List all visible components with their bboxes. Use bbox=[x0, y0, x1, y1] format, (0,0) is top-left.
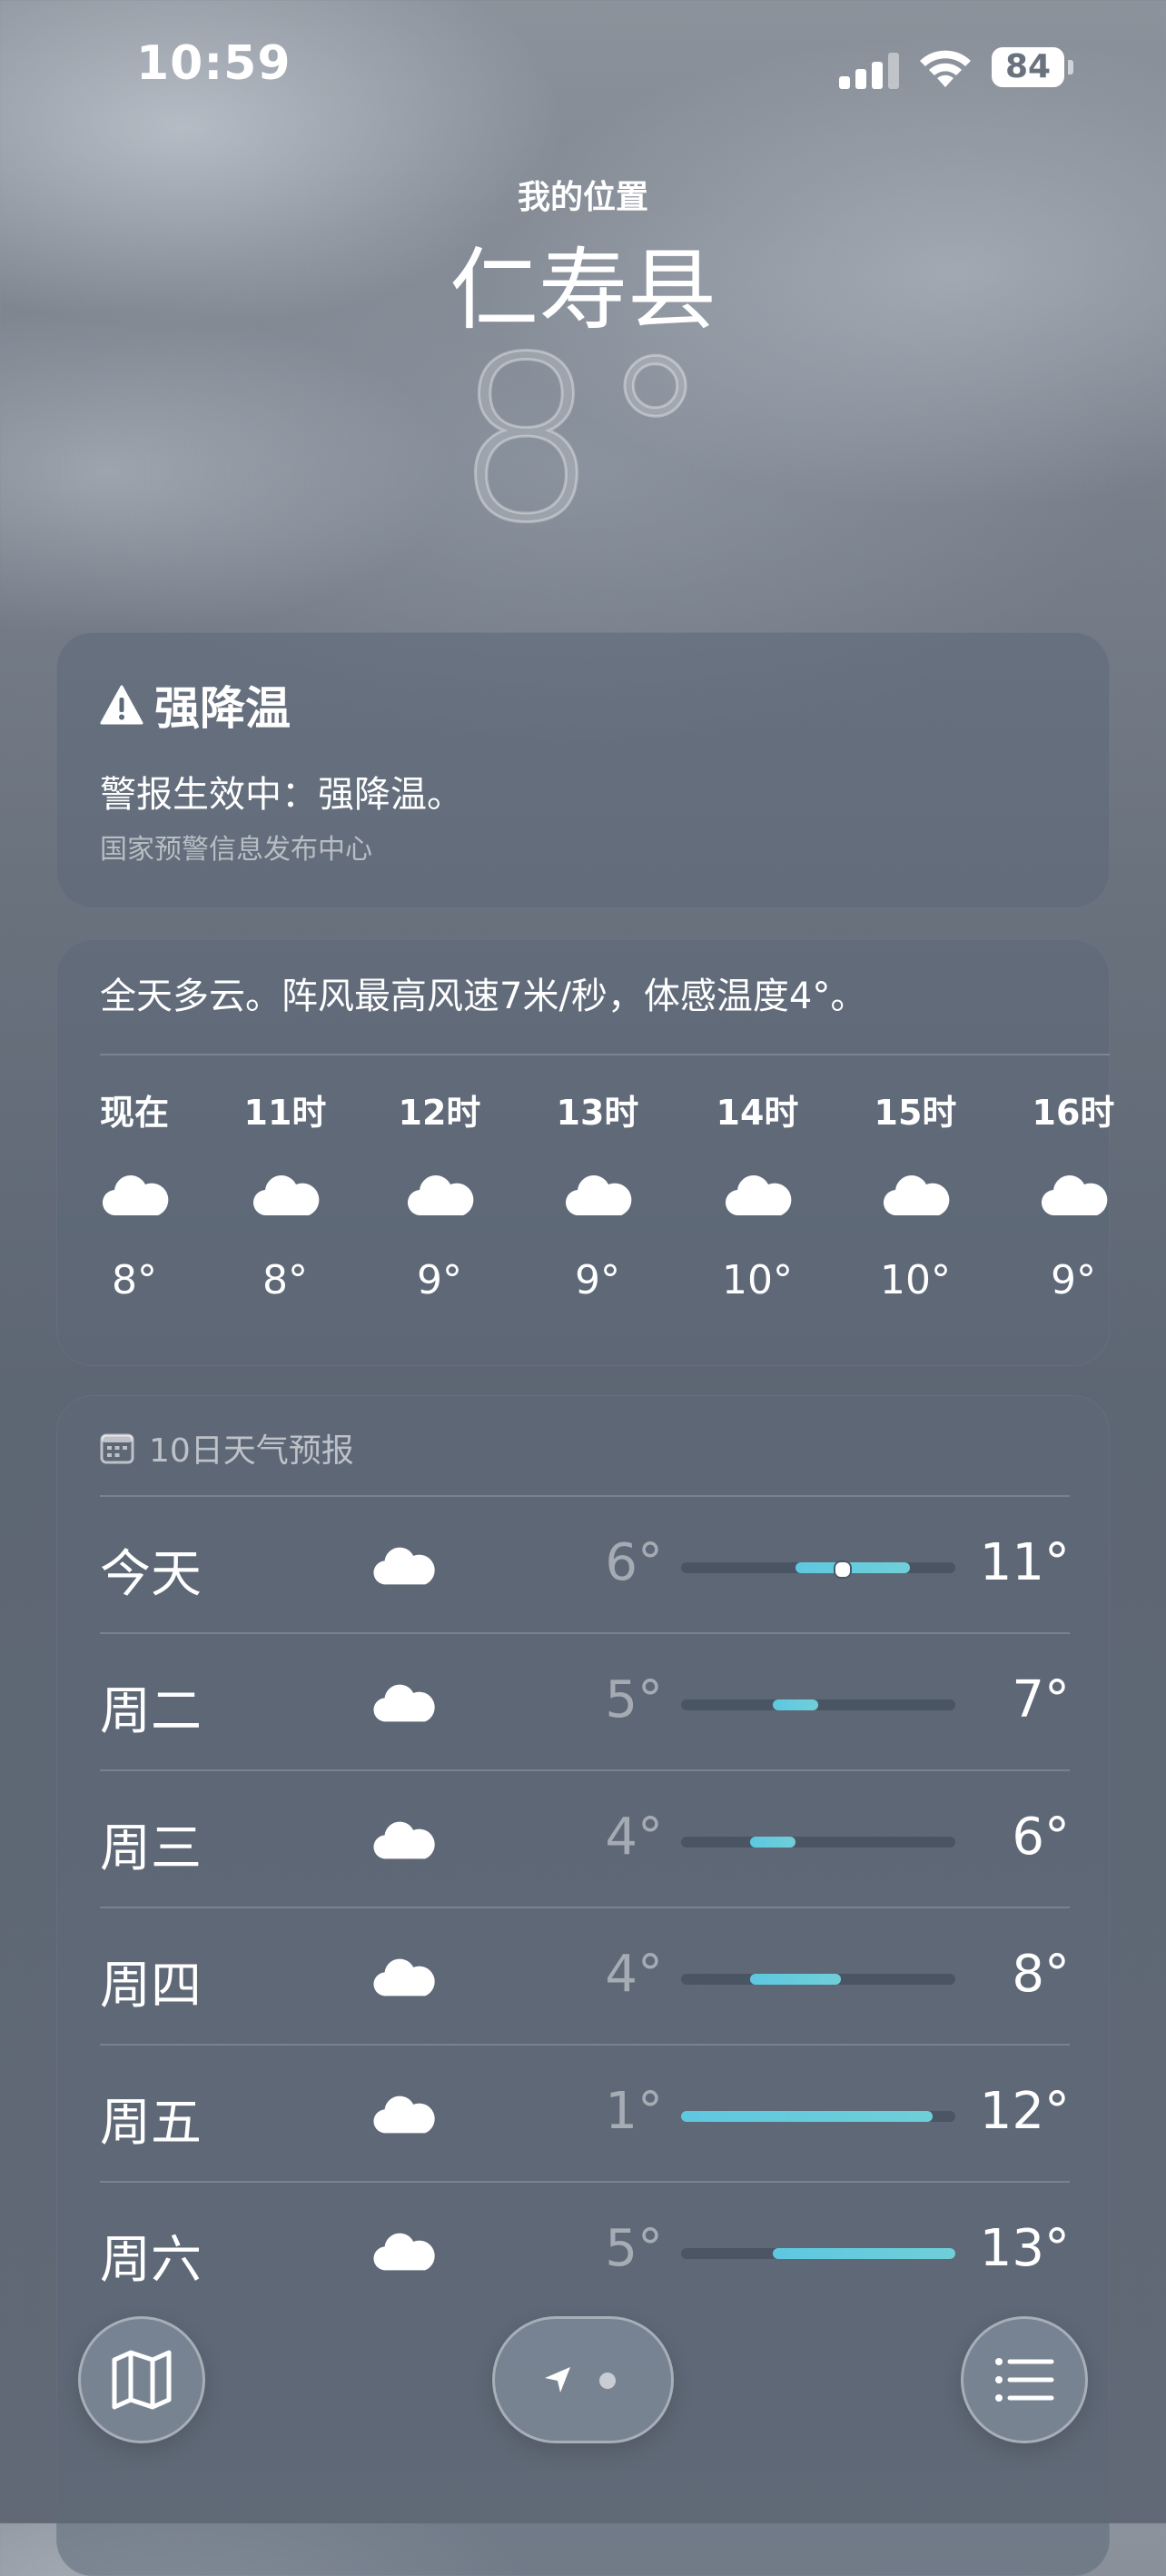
hour-temperature: 9° bbox=[575, 1257, 620, 1303]
temp-range-track bbox=[681, 1974, 955, 1985]
cellular-signal-icon bbox=[839, 53, 899, 89]
bottom-toolbar bbox=[0, 2307, 1166, 2452]
temp-range-track bbox=[681, 1837, 955, 1848]
hourly-item: 15时 10° bbox=[861, 1085, 970, 1303]
cloud-icon bbox=[403, 1170, 476, 1221]
alert-title-text: 强降温 bbox=[154, 682, 291, 735]
hourly-item: 13时 9° bbox=[543, 1085, 652, 1303]
daily-header-text: 10日天气预报 bbox=[149, 1432, 354, 1470]
hour-label: 11时 bbox=[243, 1093, 327, 1133]
hour-label: 14时 bbox=[716, 1093, 799, 1133]
day-name: 周四 bbox=[100, 1957, 202, 2016]
day-name: 周五 bbox=[100, 2094, 202, 2153]
day-high-temp: 8° bbox=[1012, 1945, 1070, 2004]
hourly-forecast-card[interactable]: 全天多云。阵风最高风速7米/秒，体感温度4°。 现在 8° 11时 8° 12时 9° 13… bbox=[56, 939, 1114, 1366]
hourly-item: 12时 9° bbox=[385, 1085, 494, 1303]
hourly-summary: 全天多云。阵风最高风速7米/秒，体感温度4°。 bbox=[100, 976, 867, 1017]
day-high-temp: 13° bbox=[979, 2219, 1070, 2278]
alert-card[interactable]: 强降温 警报生效中：强降温。 国家预警信息发布中心 bbox=[56, 632, 1110, 908]
list-icon bbox=[995, 2358, 1054, 2402]
hour-temperature: 9° bbox=[1051, 1257, 1096, 1303]
battery-nub bbox=[1068, 60, 1073, 74]
hourly-item: 11时 8° bbox=[231, 1085, 340, 1303]
daily-row[interactable]: 周六 5° 13° bbox=[100, 2181, 1070, 2319]
temp-range-bar bbox=[749, 1974, 842, 1985]
status-bar: 10:59 84 bbox=[0, 0, 1166, 136]
cloud-icon bbox=[369, 1817, 438, 1864]
daily-row[interactable]: 周三 4° 6° bbox=[100, 1769, 1070, 1907]
cloud-icon bbox=[1037, 1170, 1110, 1221]
day-low-temp: 1° bbox=[605, 2082, 663, 2141]
hour-temperature: 10° bbox=[880, 1257, 951, 1303]
page-dot[interactable] bbox=[599, 2373, 616, 2389]
temp-range-bar bbox=[772, 1699, 818, 1710]
temp-range-track bbox=[681, 2248, 955, 2259]
day-high-temp: 12° bbox=[979, 2082, 1070, 2141]
location-arrow-icon bbox=[545, 2367, 570, 2393]
alert-title: 强降温 bbox=[100, 672, 291, 738]
wifi-icon bbox=[920, 50, 971, 87]
cloud-icon bbox=[369, 2091, 438, 2138]
day-high-temp: 6° bbox=[1012, 1808, 1070, 1867]
temp-range-track bbox=[681, 1560, 955, 1579]
map-icon bbox=[112, 2350, 172, 2410]
hour-label: 16时 bbox=[1032, 1093, 1115, 1133]
temp-range-bar bbox=[772, 2248, 955, 2259]
day-name: 周三 bbox=[100, 1819, 202, 1878]
day-low-temp: 5° bbox=[605, 1670, 663, 1729]
calendar-icon bbox=[100, 1433, 134, 1464]
hour-label: 12时 bbox=[398, 1093, 481, 1133]
battery-level: 84 bbox=[992, 47, 1064, 87]
daily-row[interactable]: 周五 1° 12° bbox=[100, 2044, 1070, 2182]
divider bbox=[100, 1054, 1110, 1055]
location-subtitle: 我的位置 bbox=[517, 179, 648, 216]
current-temp-dot bbox=[834, 1560, 853, 1579]
day-high-temp: 7° bbox=[1012, 1670, 1070, 1729]
day-high-temp: 11° bbox=[979, 1533, 1070, 1592]
hourly-item: 16时 9° bbox=[1019, 1085, 1128, 1303]
hour-temperature: 8° bbox=[262, 1257, 308, 1303]
map-button[interactable] bbox=[78, 2316, 205, 2443]
day-low-temp: 5° bbox=[605, 2219, 663, 2278]
temp-range-bar bbox=[795, 1562, 910, 1573]
location-pager[interactable] bbox=[492, 2316, 674, 2443]
alert-source: 国家预警信息发布中心 bbox=[100, 834, 372, 866]
cloud-icon bbox=[879, 1170, 952, 1221]
cloud-icon bbox=[249, 1170, 321, 1221]
temp-range-bar bbox=[749, 1837, 795, 1848]
hourly-item: 14时 10° bbox=[703, 1085, 812, 1303]
cloud-icon bbox=[561, 1170, 634, 1221]
day-low-temp: 4° bbox=[605, 1945, 663, 2004]
temp-range-bar bbox=[681, 2111, 933, 2122]
daily-row[interactable]: 今天 6° 11° bbox=[100, 1495, 1070, 1633]
day-low-temp: 4° bbox=[605, 1808, 663, 1867]
daily-header: 10日天气预报 bbox=[100, 1424, 354, 1471]
hour-temperature: 9° bbox=[417, 1257, 462, 1303]
daily-row[interactable]: 周二 5° 7° bbox=[100, 1632, 1070, 1770]
hour-label: 15时 bbox=[874, 1093, 957, 1133]
day-low-temp: 6° bbox=[605, 1533, 663, 1592]
daily-row[interactable]: 周四 4° 8° bbox=[100, 1907, 1070, 2045]
hour-temperature: 8° bbox=[112, 1257, 157, 1303]
temp-range-track bbox=[681, 2111, 955, 2122]
cloud-icon bbox=[369, 2228, 438, 2275]
hour-label: 现在 bbox=[99, 1093, 169, 1133]
cloud-icon bbox=[369, 1679, 438, 1727]
day-name: 今天 bbox=[100, 1545, 202, 1604]
hour-label: 13时 bbox=[556, 1093, 639, 1133]
day-name: 周二 bbox=[100, 1682, 202, 1741]
hour-temperature: 10° bbox=[722, 1257, 793, 1303]
city-list-button[interactable] bbox=[961, 2316, 1088, 2443]
current-temperature: 8° bbox=[452, 308, 713, 572]
warning-triangle-icon bbox=[100, 685, 143, 725]
cloud-icon bbox=[721, 1170, 794, 1221]
cloud-icon bbox=[369, 1954, 438, 2001]
alert-text: 警报生效中：强降温。 bbox=[100, 774, 463, 816]
cloud-icon bbox=[98, 1170, 171, 1221]
cloud-icon bbox=[369, 1542, 438, 1590]
temp-range-track bbox=[681, 1699, 955, 1710]
status-time: 10:59 bbox=[136, 36, 292, 91]
hourly-item: 现在 8° bbox=[80, 1085, 189, 1303]
day-name: 周六 bbox=[100, 2231, 202, 2290]
